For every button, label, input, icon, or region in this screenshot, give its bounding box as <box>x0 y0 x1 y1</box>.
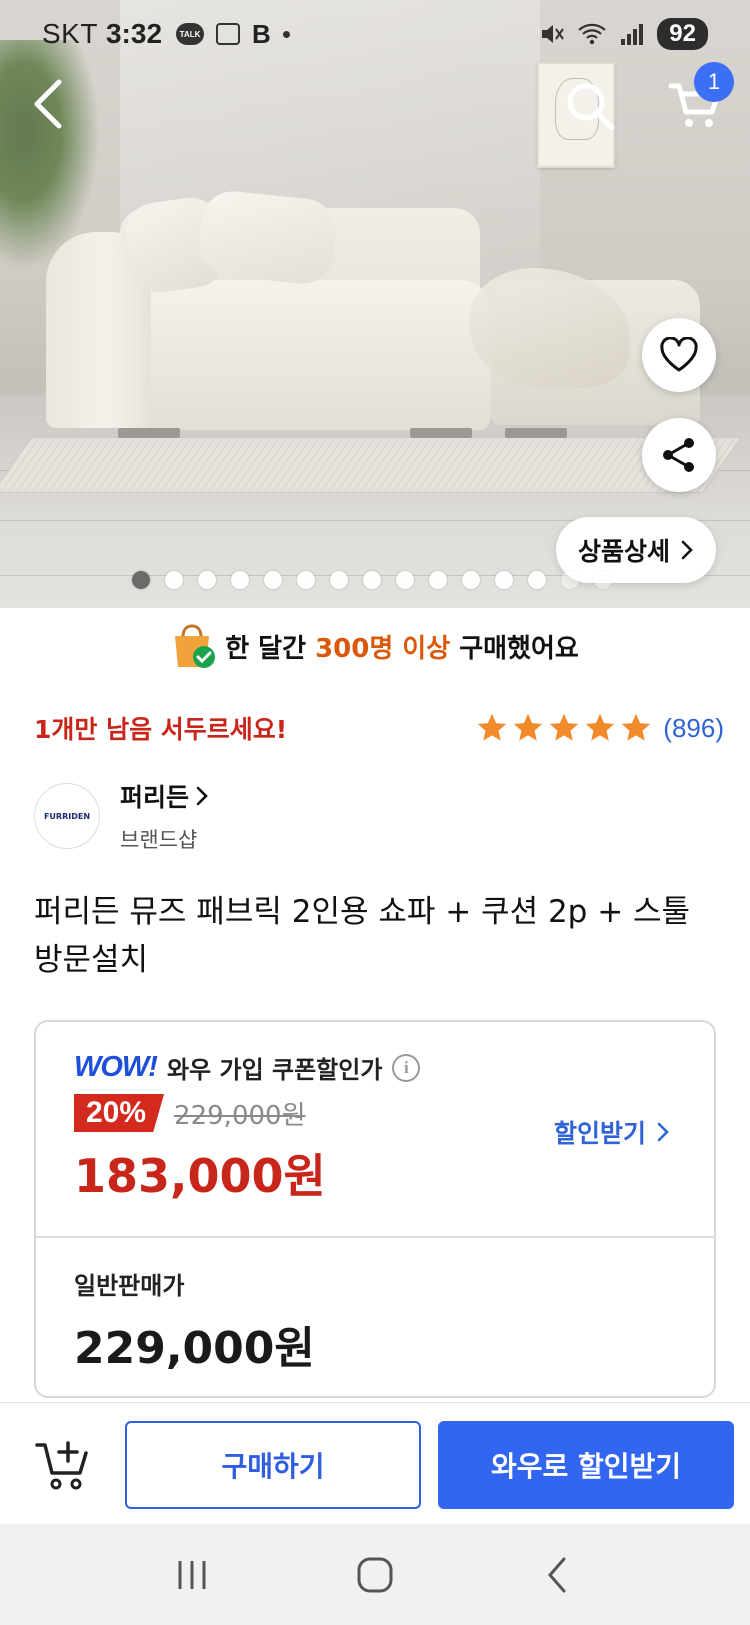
carousel-dot[interactable] <box>198 571 216 589</box>
carousel-dot[interactable] <box>132 571 150 589</box>
brand-name: 퍼리든 <box>120 783 190 812</box>
normal-price: 229,000원 <box>74 1323 315 1374</box>
wow-price-header: WOW! 와우 가입 쿠폰할인가 i <box>74 1050 421 1085</box>
star-icon <box>622 713 651 741</box>
recent-apps-icon[interactable] <box>172 1555 212 1595</box>
stock-rating-row: 1개만 남음 서두르세요! (896) <box>34 710 724 746</box>
carrier: SKT <box>42 18 98 49</box>
product-title: 퍼리든 뮤즈 패브릭 2인용 쇼파 + 쿠션 2p + 스툴 방문설치 <box>34 894 691 978</box>
carousel-dot[interactable] <box>594 571 612 589</box>
signal-icon <box>621 24 644 45</box>
battery-indicator: 92 <box>657 18 708 50</box>
discount-badge: 20% <box>74 1094 165 1132</box>
share-button[interactable] <box>642 418 716 492</box>
carousel-dot[interactable] <box>429 571 447 589</box>
chevron-right-icon <box>196 786 208 806</box>
carousel-dot[interactable] <box>297 571 315 589</box>
wow-discount-button[interactable]: 와우로 할인받기 <box>438 1421 734 1509</box>
cart-count-badge: 1 <box>694 62 734 102</box>
search-icon <box>567 83 615 131</box>
cart-button[interactable]: 1 <box>660 62 734 136</box>
talk-icon: TALK <box>176 23 205 45</box>
system-navigation-bar <box>0 1524 750 1625</box>
sofa-leg <box>505 428 567 438</box>
carousel-dot[interactable] <box>363 571 381 589</box>
carousel-dot[interactable] <box>462 571 480 589</box>
product-image-carousel[interactable]: SKT 3:32 TALK B 92 1 상품상세 <box>0 0 750 608</box>
shopping-bag-check-icon <box>175 624 216 668</box>
banner-suffix: 구매했어요 <box>450 633 579 664</box>
carousel-dot[interactable] <box>330 571 348 589</box>
star-rating <box>475 711 653 745</box>
carousel-dot[interactable] <box>495 571 513 589</box>
original-price: 229,000원 <box>174 1100 306 1131</box>
star-icon <box>478 713 507 741</box>
gallery-icon <box>216 23 241 45</box>
b-icon: B <box>252 18 271 49</box>
sofa-seat <box>130 280 490 430</box>
banner-prefix: 한 달간 <box>225 633 316 664</box>
bottom-action-bar: 구매하기 와우로 할인받기 <box>0 1402 750 1524</box>
cushion-image <box>195 188 340 287</box>
carousel-dot[interactable] <box>561 571 579 589</box>
product-page: SKT 3:32 TALK B 92 1 상품상세 한 달간 300명 이상 구… <box>0 0 750 1625</box>
divider <box>36 1236 714 1238</box>
carousel-indicator[interactable] <box>132 571 612 589</box>
brand-logo-text: FURRIDEN <box>43 811 91 821</box>
normal-price-label: 일반판매가 <box>74 1272 185 1300</box>
brand-logo: FURRIDEN <box>34 783 100 849</box>
brand-subtitle: 브랜드샵 <box>120 828 198 852</box>
rating[interactable]: (896) <box>475 711 724 745</box>
wow-price-label: 와우 가입 쿠폰할인가 <box>166 1056 383 1084</box>
price-box: WOW! 와우 가입 쿠폰할인가 i 20% 229,000원 183,000원… <box>34 1020 716 1398</box>
sofa-leg <box>118 428 180 438</box>
star-icon <box>514 713 543 741</box>
clock: 3:32 <box>105 18 163 49</box>
brand-shop-link[interactable]: FURRIDEN 퍼리든 브랜드샵 <box>34 778 209 854</box>
star-icon <box>550 713 579 741</box>
rug-image <box>0 437 742 493</box>
cart-add-icon <box>35 1441 88 1490</box>
carousel-dot[interactable] <box>231 571 249 589</box>
carousel-dot[interactable] <box>528 571 546 589</box>
heart-icon <box>660 337 698 372</box>
wow-logo: WOW! <box>74 1051 158 1083</box>
system-back-icon[interactable] <box>538 1555 578 1595</box>
chevron-right-icon <box>681 540 693 560</box>
more-notifications-icon <box>282 30 290 38</box>
sale-price: 183,000원 <box>74 1149 326 1203</box>
chevron-right-icon <box>657 1122 669 1142</box>
stock-warning: 1개만 남음 서두르세요! <box>34 715 288 744</box>
wifi-icon <box>578 23 607 45</box>
search-button[interactable] <box>560 76 620 136</box>
home-icon[interactable] <box>355 1555 395 1595</box>
back-button[interactable] <box>24 74 74 134</box>
add-to-cart-button[interactable] <box>34 1435 94 1495</box>
get-discount-link[interactable]: 할인받기 <box>554 1114 670 1150</box>
product-detail-label: 상품상세 <box>577 537 670 566</box>
wow-price-section: WOW! 와우 가입 쿠폰할인가 i 20% 229,000원 183,000원… <box>36 1022 714 1236</box>
purchase-count-banner: 한 달간 300명 이상 구매했어요 <box>0 618 750 674</box>
back-icon <box>34 79 62 129</box>
share-icon <box>663 438 694 472</box>
status-bar: SKT 3:32 TALK B 92 <box>0 0 750 68</box>
review-count[interactable]: (896) <box>663 713 724 744</box>
carousel-dot[interactable] <box>165 571 183 589</box>
sofa-leg <box>410 428 472 438</box>
info-icon[interactable]: i <box>392 1053 421 1082</box>
buy-now-button[interactable]: 구매하기 <box>125 1421 421 1509</box>
banner-highlight: 300명 이상 <box>315 633 451 664</box>
carousel-dot[interactable] <box>396 571 414 589</box>
get-discount-label: 할인받기 <box>553 1119 646 1148</box>
star-icon <box>586 713 615 741</box>
wishlist-button[interactable] <box>642 318 716 392</box>
discount-row: 20% 229,000원 <box>74 1094 305 1132</box>
mute-icon <box>542 25 565 43</box>
carousel-dot[interactable] <box>264 571 282 589</box>
